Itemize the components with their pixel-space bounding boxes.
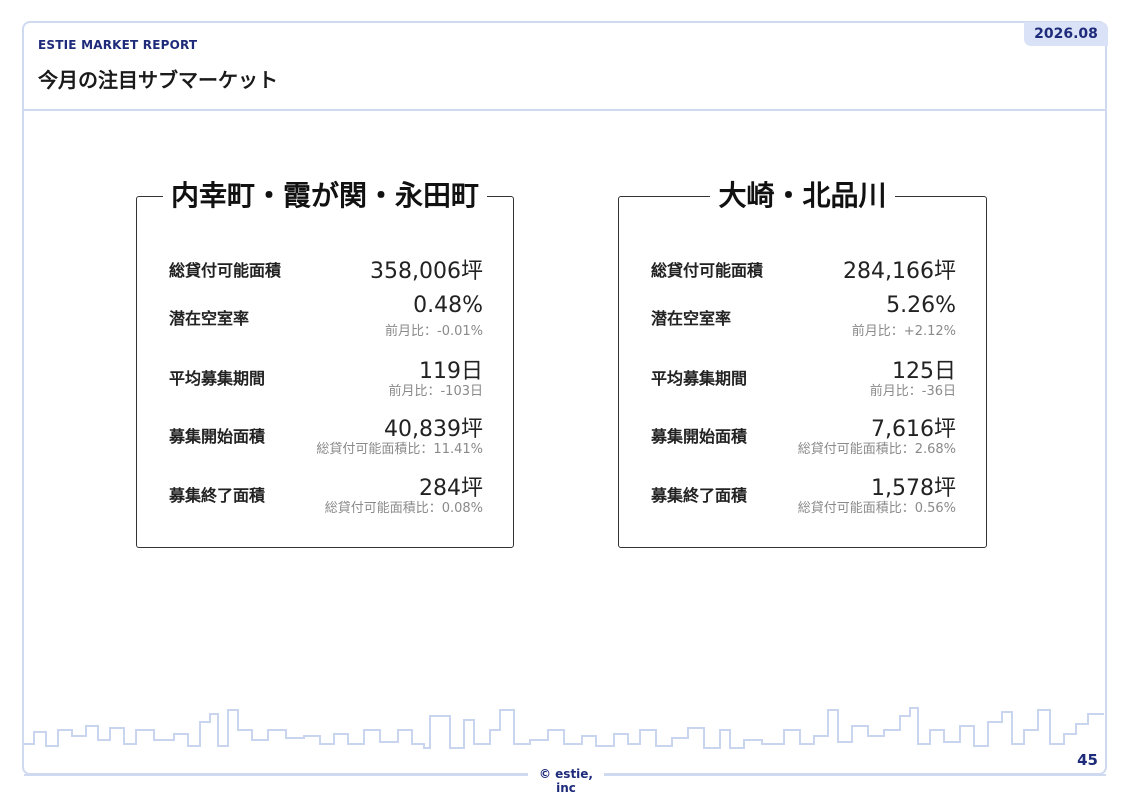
report-label: ESTIE MARKET REPORT xyxy=(38,38,198,52)
metric-sub: 総貸付可能面積比：0.56% xyxy=(797,501,956,516)
card-title-text: 内幸町・霞が関・永田町 xyxy=(162,171,487,221)
metric-label: 潜在空室率 xyxy=(651,309,732,328)
city-skyline-illustration xyxy=(24,707,1104,749)
date-badge: 2026.08 xyxy=(1024,22,1108,46)
metric-row-closed-listings: 募集終了面積 1,578坪 総貸付可能面積比：0.56% xyxy=(619,470,986,520)
metric-row-avg-period: 平均募集期間 125日 前月比：-36日 xyxy=(619,353,986,403)
metric-value: 0.48% xyxy=(413,293,483,318)
metric-sub: 前月比：-103日 xyxy=(388,384,483,399)
metric-value: 284,166坪 xyxy=(843,259,956,284)
metric-value: 5.26% xyxy=(886,293,956,318)
metric-sub: 総貸付可能面積比：0.08% xyxy=(324,501,483,516)
metric-label: 平均募集期間 xyxy=(651,369,748,388)
card-title: 大崎・北品川 xyxy=(619,171,986,221)
metric-label: 総貸付可能面積 xyxy=(651,261,764,280)
metric-sub: 前月比：-36日 xyxy=(869,384,956,399)
metric-label: 募集終了面積 xyxy=(169,486,266,505)
metric-row-avg-period: 平均募集期間 119日 前月比：-103日 xyxy=(137,353,513,403)
metric-row-new-listings: 募集開始面積 7,616坪 総貸付可能面積比：2.68% xyxy=(619,411,986,461)
metric-label: 募集開始面積 xyxy=(651,427,748,446)
metric-row-new-listings: 募集開始面積 40,839坪 総貸付可能面積比：11.41% xyxy=(137,411,513,461)
metric-label: 募集開始面積 xyxy=(169,427,266,446)
metric-sub: 総貸付可能面積比：11.41% xyxy=(316,442,483,457)
metric-row-vacancy-rate: 潜在空室率 5.26% 前月比：+2.12% xyxy=(619,293,986,343)
submarket-card-2: 大崎・北品川 総貸付可能面積 284,166坪 潜在空室率 5.26% 前月比：… xyxy=(618,171,987,548)
card-title: 内幸町・霞が関・永田町 xyxy=(137,171,513,221)
submarket-card-1: 内幸町・霞が関・永田町 総貸付可能面積 358,006坪 潜在空室率 0.48%… xyxy=(136,171,514,548)
copyright-text: © estie, inc xyxy=(528,767,604,795)
footer-divider-right xyxy=(602,774,1106,776)
metric-row-vacancy-rate: 潜在空室率 0.48% 前月比：-0.01% xyxy=(137,293,513,343)
page-number: 45 xyxy=(1077,751,1098,769)
footer-divider-left xyxy=(24,774,530,776)
metric-label: 総貸付可能面積 xyxy=(169,261,282,280)
page-title: 今月の注目サブマーケット xyxy=(38,68,278,92)
header-divider xyxy=(22,109,1107,111)
metric-sub: 総貸付可能面積比：2.68% xyxy=(797,442,956,457)
card-title-text: 大崎・北品川 xyxy=(710,171,895,221)
metric-label: 潜在空室率 xyxy=(169,309,250,328)
metric-sub: 前月比：-0.01% xyxy=(385,324,483,339)
metric-sub: 前月比：+2.12% xyxy=(851,324,956,339)
metric-label: 募集終了面積 xyxy=(651,486,748,505)
metric-value: 358,006坪 xyxy=(370,259,483,284)
metric-label: 平均募集期間 xyxy=(169,369,266,388)
metric-row-closed-listings: 募集終了面積 284坪 総貸付可能面積比：0.08% xyxy=(137,470,513,520)
